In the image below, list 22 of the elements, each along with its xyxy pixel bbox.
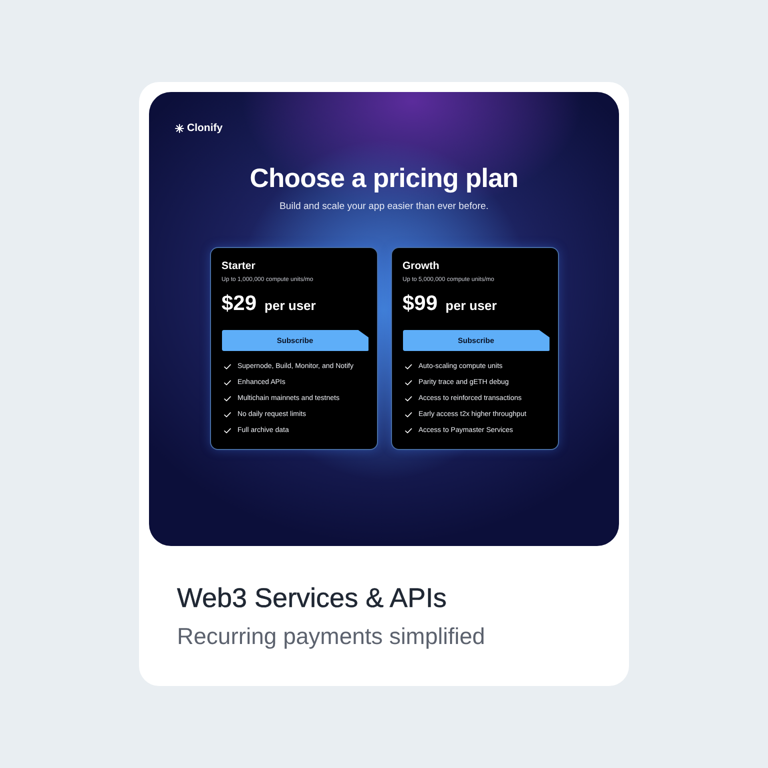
- price-unit: per user: [446, 298, 497, 313]
- preview-heading: Choose a pricing plan: [250, 162, 518, 194]
- check-icon: [224, 364, 230, 370]
- plan-name: Growth: [402, 260, 440, 273]
- plan-price: $99: [402, 292, 438, 316]
- plan-price: $29: [222, 292, 257, 316]
- price-unit: per user: [264, 298, 316, 313]
- check-icon: [224, 380, 230, 386]
- check-icon: [404, 396, 412, 402]
- preview-subheading: Build and scale your app easier than ever before.: [279, 201, 489, 213]
- check-icon: [404, 412, 412, 418]
- check-icon: [404, 428, 412, 434]
- check-icon: [224, 428, 230, 434]
- check-icon: [224, 396, 230, 402]
- check-icon: [404, 380, 412, 386]
- asterisk-icon: [175, 124, 184, 132]
- plan-name: Starter: [222, 260, 256, 273]
- logo-text: Clonify: [187, 122, 223, 134]
- check-icon: [404, 364, 412, 370]
- product-title: Web3 Services & APIs: [177, 582, 447, 614]
- product-subtitle: Recurring payments simplified: [177, 622, 486, 650]
- check-icon: [224, 412, 230, 418]
